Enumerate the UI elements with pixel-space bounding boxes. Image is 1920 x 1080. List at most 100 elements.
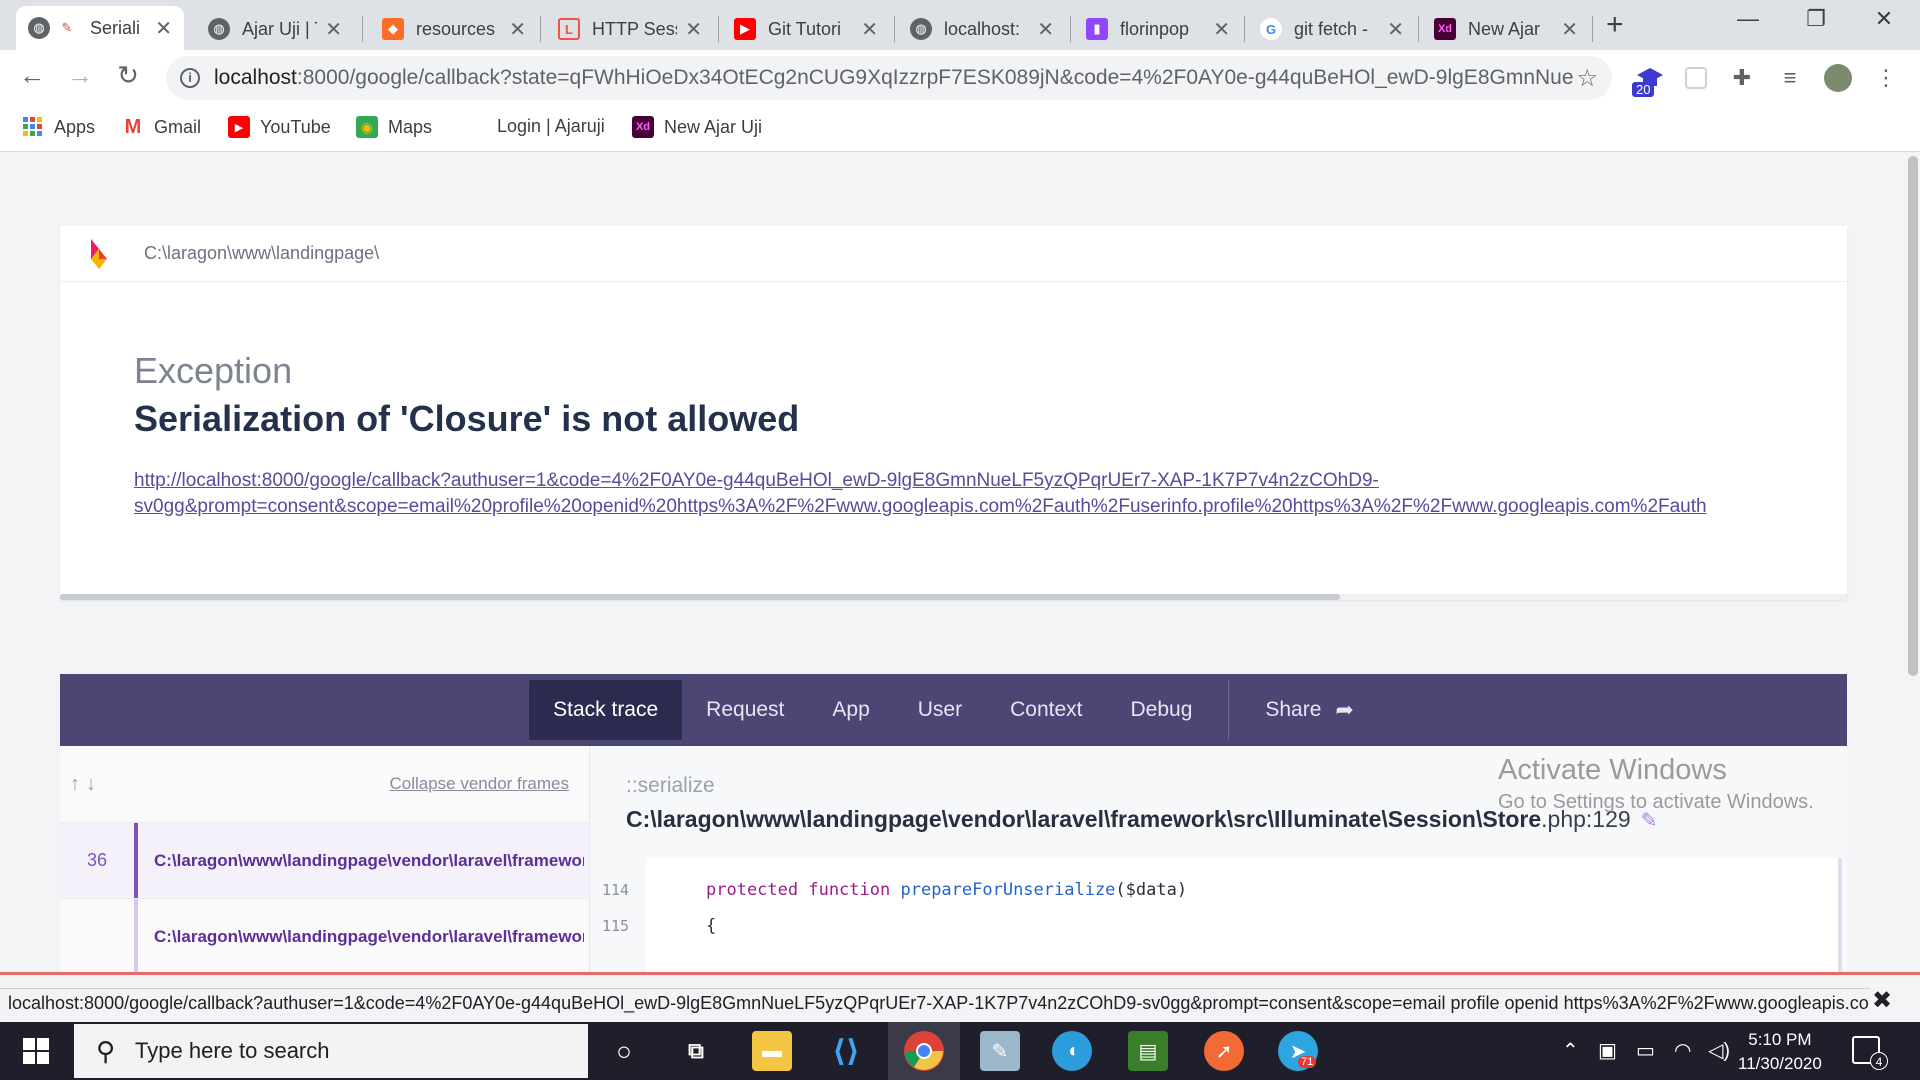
notepad-icon[interactable]: ✎: [980, 1031, 1020, 1071]
chrome-icon[interactable]: [904, 1031, 944, 1071]
close-icon[interactable]: ✕: [155, 16, 172, 41]
frame-accent: [134, 823, 138, 899]
tab-debug[interactable]: Debug: [1106, 680, 1216, 740]
tab-stack-trace[interactable]: Stack trace: [529, 680, 683, 740]
bookmark-maps[interactable]: ◉ Maps: [356, 116, 432, 138]
tab-separator: [1592, 16, 1593, 42]
xd-icon: Xd: [632, 116, 654, 138]
chevron-up-icon[interactable]: ⌃: [1562, 1038, 1579, 1063]
frame-method: ::serialize: [626, 774, 715, 797]
bookmark-youtube[interactable]: ▶ YouTube: [228, 116, 331, 138]
page-scrollbar[interactable]: [1906, 152, 1920, 976]
tab-new-ajar[interactable]: Xd New Ajar ✕: [1422, 8, 1590, 50]
code-rest: {: [706, 916, 717, 936]
arrow-down-icon[interactable]: ↓: [86, 773, 96, 796]
watermark-title: Activate Windows: [1498, 754, 1727, 786]
restore-icon[interactable]: ❐: [1796, 6, 1836, 32]
tab-ajar-uji[interactable]: ◍ Ajar Uji | T ✕: [196, 8, 354, 50]
exception-class: Exception: [134, 350, 293, 391]
window-close-icon[interactable]: ✕: [1864, 6, 1904, 32]
bookmark-label: YouTube: [260, 116, 331, 137]
media-playlist-icon[interactable]: ≡: [1776, 64, 1804, 92]
tab-title: florinpop: [1120, 18, 1190, 39]
windows-start-icon[interactable]: [0, 1022, 72, 1080]
wifi-icon[interactable]: ◠: [1674, 1038, 1691, 1063]
tab-context[interactable]: Context: [986, 680, 1106, 740]
bookmark-label: Maps: [388, 116, 433, 137]
tab-request[interactable]: Request: [682, 680, 808, 740]
code-line: 114 protected function prepareForUnserial…: [590, 880, 1187, 900]
task-view-icon[interactable]: ⧉: [676, 1031, 716, 1071]
close-icon[interactable]: ✕: [861, 17, 878, 42]
collapse-vendor-frames-link[interactable]: Collapse vendor frames: [389, 774, 569, 794]
apps-grid-icon: [22, 116, 44, 138]
reload-icon[interactable]: ↻: [110, 60, 146, 91]
close-icon[interactable]: ✕: [1213, 17, 1230, 42]
stack-frame[interactable]: C:\laragon\www\landingpage\vendor\larave…: [60, 898, 589, 975]
search-icon: ⚲: [96, 1035, 116, 1066]
card-header: C:\laragon\www\landingpage\: [60, 226, 1847, 282]
tab-http-session[interactable]: L HTTP Sess ✕: [546, 8, 714, 50]
tab-user[interactable]: User: [894, 680, 986, 740]
extension-placeholder-icon[interactable]: [1682, 64, 1710, 92]
tab-serialization[interactable]: ◍ ✎ Seriali ✕: [16, 6, 184, 50]
bookmark-star-icon[interactable]: ☆: [1576, 64, 1598, 93]
tab-git-fetch[interactable]: G git fetch - ✕: [1248, 8, 1416, 50]
bookmark-new-ajar-uji[interactable]: Xd New Ajar Uji: [632, 116, 762, 138]
close-icon[interactable]: ✕: [509, 17, 526, 42]
tab-app[interactable]: App: [808, 680, 893, 740]
new-tab-button[interactable]: +: [1606, 8, 1624, 42]
scrollbar-thumb[interactable]: [60, 594, 1340, 600]
tab-git-tutorial[interactable]: ▶ Git Tutori ✕: [722, 8, 890, 50]
bookmark-apps[interactable]: Apps: [22, 116, 95, 138]
taskbar-search-input[interactable]: ⚲ Type here to search: [74, 1024, 588, 1078]
bookmark-label: Login | Ajaruji: [497, 116, 605, 136]
address-bar[interactable]: i localhost:8000/google/callback?state=q…: [166, 56, 1612, 100]
cortana-icon[interactable]: ○: [604, 1031, 644, 1071]
elephant-app-icon[interactable]: ◖: [1052, 1031, 1092, 1071]
tab-title: resources: [416, 18, 496, 39]
scrollbar-thumb[interactable]: [1908, 156, 1918, 676]
frame-path: C:\laragon\www\landingpage\vendor\larave…: [154, 926, 584, 946]
terminal-icon[interactable]: ▤: [1128, 1031, 1168, 1071]
tab-localhost[interactable]: ◍ localhost: ✕: [898, 8, 1066, 50]
request-url-link[interactable]: http://localhost:8000/google/callback?au…: [134, 468, 1847, 520]
nav-divider: [1228, 680, 1230, 740]
tab-title: Seriali: [90, 17, 141, 38]
forward-icon[interactable]: →: [62, 60, 98, 91]
profile-avatar[interactable]: [1824, 64, 1852, 92]
share-button[interactable]: Share ➦: [1241, 680, 1377, 740]
minimize-icon[interactable]: —: [1728, 6, 1768, 32]
close-icon[interactable]: ✕: [325, 17, 342, 42]
tab-florinpop[interactable]: ▮ florinpop ✕: [1074, 8, 1242, 50]
arrow-up-icon[interactable]: ↑: [70, 773, 80, 796]
file-explorer-icon[interactable]: ▬: [752, 1031, 792, 1071]
system-clock[interactable]: 5:10 PM 11/30/2020: [1738, 1028, 1822, 1076]
menu-kebab-icon[interactable]: ⋮: [1872, 64, 1900, 92]
postman-icon[interactable]: ➚: [1204, 1031, 1244, 1071]
volume-icon[interactable]: ◁): [1708, 1038, 1730, 1063]
exception-card: C:\laragon\www\landingpage\ Exception Se…: [60, 226, 1847, 600]
horizontal-scrollbar[interactable]: [60, 594, 1847, 600]
close-icon[interactable]: ✕: [1561, 17, 1578, 42]
vscode-icon[interactable]: ⟨⟩: [826, 1031, 866, 1071]
battery-icon[interactable]: ▭: [1636, 1038, 1655, 1063]
stack-frame[interactable]: 36 C:\laragon\www\landingpage\vendor\lar…: [60, 822, 589, 899]
browser-toolbar: ← → ↻ i localhost:8000/google/callback?s…: [0, 50, 1920, 106]
puzzle-extensions-icon[interactable]: ✚: [1728, 64, 1756, 92]
close-icon[interactable]: ✕: [685, 17, 702, 42]
bookmark-gmail[interactable]: M Gmail: [122, 116, 201, 138]
request-url-line: http://localhost:8000/google/callback?au…: [134, 470, 1379, 491]
back-icon[interactable]: ←: [14, 60, 50, 91]
tab-resources[interactable]: ◆ resources ✕: [370, 8, 538, 50]
code-keyword: protected function: [706, 880, 891, 900]
tab-title: localhost:: [944, 18, 1021, 39]
info-icon[interactable]: i: [180, 68, 200, 88]
close-icon[interactable]: ✖: [1872, 986, 1892, 1015]
close-icon[interactable]: ✕: [1037, 17, 1054, 42]
bookmark-login-ajaruji[interactable]: Login | Ajaruji: [497, 116, 605, 137]
security-icon[interactable]: ▣: [1598, 1038, 1617, 1063]
address-url[interactable]: localhost:8000/google/callback?state=qFW…: [214, 66, 1574, 90]
globe-icon: ◍: [28, 17, 50, 39]
close-icon[interactable]: ✕: [1387, 17, 1404, 42]
